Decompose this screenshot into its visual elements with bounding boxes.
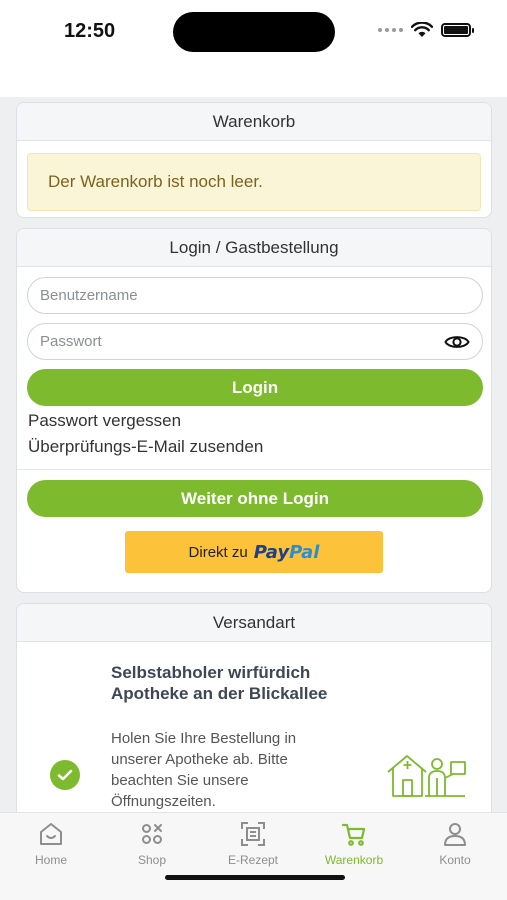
home-indicator[interactable]: [165, 875, 345, 880]
password-placeholder: Passwort: [40, 333, 102, 350]
signal-icon: [378, 28, 403, 32]
username-placeholder: Benutzername: [40, 287, 138, 304]
login-header: Login / Gastbestellung: [17, 229, 491, 267]
shipping-option-pickup[interactable]: Selbstabholer wirfürdich Apotheke an der…: [17, 642, 491, 812]
tab-warenkorb[interactable]: Warenkorb: [314, 821, 394, 867]
tab-home[interactable]: Home: [11, 821, 91, 867]
tab-e-rezept[interactable]: E-Rezept: [213, 821, 293, 867]
dynamic-island: [173, 12, 335, 52]
tab-shop-label: Shop: [137, 853, 167, 867]
home-icon: [40, 823, 62, 845]
paypal-button[interactable]: Direkt zu PayPal: [125, 531, 383, 573]
tab-warenkorb-label: Warenkorb: [324, 853, 384, 867]
login-button[interactable]: Login: [27, 369, 483, 406]
wifi-icon: [411, 22, 433, 37]
login-card: Login / Gastbestellung Benutzername Pass…: [16, 228, 492, 593]
tab-konto[interactable]: Konto: [415, 821, 495, 867]
tab-konto-label: Konto: [439, 853, 471, 867]
account-icon: [444, 823, 466, 846]
prescription-scan-icon: [241, 822, 265, 846]
tab-e-rezept-label: E-Rezept: [227, 853, 279, 867]
shipping-header: Versandart: [17, 604, 491, 642]
battery-icon: [441, 23, 474, 37]
eye-icon[interactable]: [444, 332, 470, 352]
paypal-logo: PayPal: [254, 542, 320, 563]
status-icons: [378, 22, 474, 38]
verification-email-link[interactable]: Überprüfungs-E-Mail zusenden: [28, 437, 263, 457]
status-time: 12:50: [64, 20, 116, 42]
cart-header: Warenkorb: [17, 103, 491, 141]
shop-icon: [142, 824, 162, 844]
guest-checkout-button[interactable]: Weiter ohne Login: [27, 480, 483, 517]
content-scroll-area[interactable]: Warenkorb Der Warenkorb ist noch leer. L…: [0, 97, 507, 812]
paypal-logo-pay: Pay: [253, 541, 290, 563]
shipping-option-title: Selbstabholer wirfürdich Apotheke an der…: [111, 663, 328, 703]
divider: [17, 469, 491, 470]
tab-bar: Home Shop E-Rezept Warenkorb Konto: [0, 812, 507, 900]
cart-card: Warenkorb Der Warenkorb ist noch leer.: [16, 102, 492, 218]
status-bar: 12:50: [0, 0, 507, 60]
password-input[interactable]: Passwort: [27, 323, 483, 360]
forgot-password-link[interactable]: Passwort vergessen: [28, 411, 181, 431]
paypal-logo-pal: Pal: [289, 541, 320, 563]
empty-cart-notice: Der Warenkorb ist noch leer.: [27, 153, 481, 211]
cart-icon: [341, 823, 366, 846]
store-pickup-icon: [387, 755, 466, 797]
tab-shop[interactable]: Shop: [112, 821, 192, 867]
tab-home-label: Home: [34, 853, 67, 867]
check-circle-icon: [50, 760, 80, 790]
paypal-prefix: Direkt zu: [188, 543, 248, 561]
username-input[interactable]: Benutzername: [27, 277, 483, 314]
shipping-option-description: Holen Sie Ihre Bestellung in unserer Apo…: [111, 730, 297, 810]
shipping-card: Versandart Selbstabholer wirfürdich Apot…: [16, 603, 492, 812]
